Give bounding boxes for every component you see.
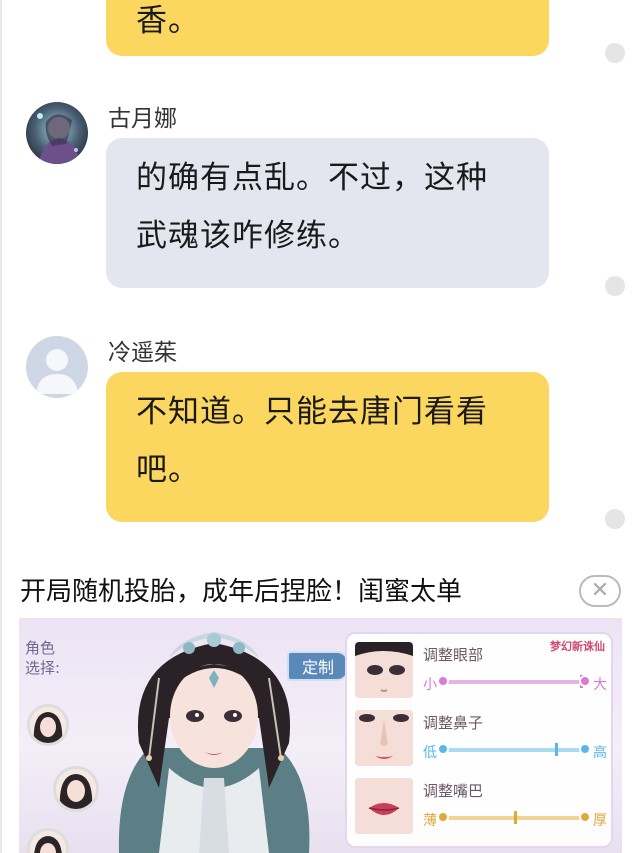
nose-slider-marker: [554, 743, 558, 756]
eye-slider-max-knob: [579, 675, 591, 687]
eye-slider-low-label: 小: [423, 677, 437, 693]
eye-slider-title: 调整眼部: [423, 646, 484, 664]
nose-thumb-icon: [355, 710, 413, 766]
eye-slider-track[interactable]: [437, 675, 591, 688]
mouth-slider-marker: [514, 811, 517, 824]
avatar-art-icon: [26, 102, 88, 164]
mouth-slider-track[interactable]: [437, 811, 591, 824]
screen-left-edge: [0, 0, 2, 853]
mouth-slider-title: 调整嘴巴: [423, 782, 484, 800]
character-thumb-3[interactable]: [27, 828, 69, 853]
eye-thumb-icon: [355, 642, 413, 698]
character-thumb-2[interactable]: [53, 766, 99, 812]
nose-slider-row[interactable]: 调整鼻子 低 高: [355, 710, 607, 770]
mouth-slider-max-knob: [579, 811, 591, 823]
nose-slider-low-label: 低: [423, 745, 437, 761]
read-status-dot-1: [605, 43, 625, 63]
eye-slider-min-knob: [437, 675, 449, 687]
character-thumb-1[interactable]: [27, 704, 69, 746]
mouth-slider-min-knob: [437, 811, 449, 823]
chat-bubble-3-line-1: 不知道。只能去唐门看看: [136, 394, 488, 430]
character-select-label: 角色 选择:: [25, 638, 60, 678]
read-status-dot-3: [605, 509, 625, 529]
nose-slider-max-knob: [579, 743, 591, 755]
chat-bubble-1[interactable]: 香。: [106, 0, 549, 56]
character-select-label-line-1: 角色: [25, 639, 56, 657]
nose-slider-track[interactable]: [437, 743, 591, 756]
mouth-thumb-icon: [355, 778, 413, 834]
chat-bubble-2-line-1: 的确有点乱。不过，这种: [136, 160, 488, 196]
ad-title[interactable]: 开局随机投胎，成年后捏脸！闺蜜太单: [20, 571, 462, 608]
face-customization-panel: 梦幻新诛仙 调整眼部 小 大 调整鼻子 低 高 调整嘴巴 薄 厚: [345, 632, 613, 848]
chat-bubble-3-line-2: 吧。: [136, 452, 200, 488]
nose-slider-min-knob: [437, 743, 449, 755]
character-select-label-line-2: 选择:: [25, 659, 61, 677]
mouth-slider-high-label: 厚: [593, 813, 607, 829]
avatar-gu-yue-na[interactable]: [26, 102, 88, 164]
chat-bubble-1-line-1: 香。: [136, 3, 200, 39]
chat-bubble-2[interactable]: 的确有点乱。不过，这种 武魂该咋修练。: [106, 138, 549, 288]
nose-slider-title: 调整鼻子: [423, 714, 484, 732]
ad-image[interactable]: 角色 选择: 定制 梦幻新诛仙 调整眼部 小 大 调整鼻子 低 高 调整嘴巴 薄…: [19, 618, 622, 853]
chat-bubble-2-line-2: 武魂该咋修练。: [136, 218, 360, 254]
customize-tab[interactable]: 定制: [287, 651, 349, 681]
sender-name-3: 冷遥茱: [108, 340, 177, 366]
read-status-dot-2: [605, 276, 625, 296]
eye-slider-high-label: 大: [593, 677, 607, 693]
ad-close-button[interactable]: ✕: [579, 575, 621, 607]
eye-slider-row[interactable]: 调整眼部 小 大: [355, 642, 607, 702]
sender-name-2: 古月娜: [108, 106, 177, 132]
default-user-icon: [36, 349, 78, 394]
mouth-slider-low-label: 薄: [423, 813, 437, 829]
mouth-slider-row[interactable]: 调整嘴巴 薄 厚: [355, 778, 607, 838]
nose-slider-high-label: 高: [593, 745, 607, 761]
chat-bubble-3[interactable]: 不知道。只能去唐门看看 吧。: [106, 372, 549, 522]
avatar-leng-yao-zhu[interactable]: [26, 336, 88, 398]
